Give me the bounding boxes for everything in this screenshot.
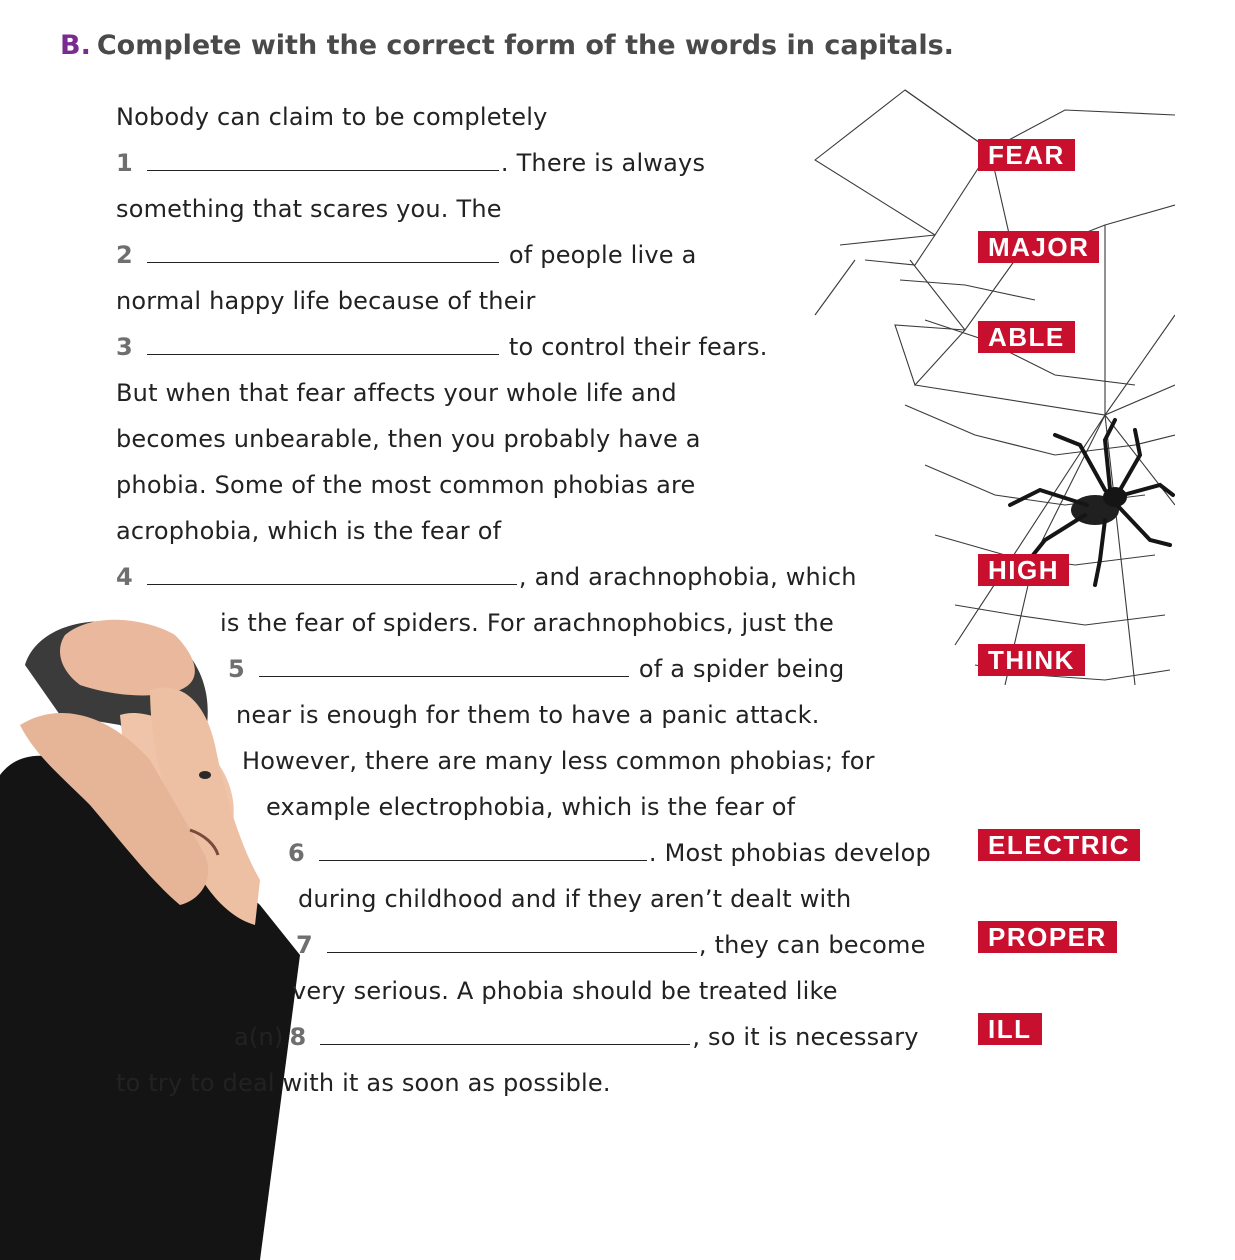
text-line-1: Nobody can claim to be completely [116, 103, 548, 131]
keyword-major: MAJOR [978, 231, 1100, 263]
spider-web-illustration [814, 89, 1175, 685]
text-line-5: normal happy life because of their [116, 287, 536, 315]
text-line-14: near is enough for them to have a panic … [236, 701, 820, 729]
gap-number: 8 [289, 1023, 307, 1051]
gap-line-3: 3 to control their fears. [116, 332, 768, 361]
keyword-ill: ILL [978, 1013, 1042, 1045]
text-line-10: acrophobia, which is the fear of [116, 517, 502, 545]
gap-number: 2 [116, 241, 133, 269]
gap-input-2[interactable] [146, 240, 499, 263]
keyword-able: ABLE [978, 321, 1075, 353]
exercise-letter: B. [60, 30, 91, 61]
text-line-20: very serious. A phobia should be treated… [292, 977, 838, 1005]
gap-input-3[interactable] [146, 332, 499, 355]
text-line-18: during childhood and if they aren’t deal… [298, 885, 852, 913]
gap-input-1[interactable] [146, 148, 499, 171]
text-line-15: However, there are many less common phob… [242, 747, 875, 775]
text-line-8: becomes unbearable, then you probably ha… [116, 425, 701, 453]
keyword-electric: ELECTRIC [978, 829, 1140, 861]
text-line-7: But when that fear affects your whole li… [116, 379, 677, 407]
text-line-16: example electrophobia, which is the fear… [266, 793, 796, 821]
keyword-high: HIGH [978, 554, 1069, 586]
gap-line-2: 2 of people live a [116, 240, 697, 269]
gap-line-1: 1. There is always [116, 148, 706, 177]
gap-input-8[interactable] [320, 1022, 691, 1045]
gap-line-5: 5 of a spider being [228, 654, 845, 683]
gap-number: 3 [116, 333, 133, 361]
gap-input-4[interactable] [146, 562, 517, 585]
exercise-instruction: Complete with the correct form of the wo… [96, 30, 954, 61]
gap-line-8: a(n) 8, so it is necessary [234, 1022, 919, 1051]
gap-number: 7 [296, 931, 313, 959]
gap-input-5[interactable] [258, 654, 629, 677]
gap-line-4: 4, and arachnophobia, which [116, 562, 857, 591]
text-line-9: phobia. Some of the most common phobias … [116, 471, 696, 499]
gap-line-6: 6. Most phobias develop [288, 838, 931, 867]
gap-input-7[interactable] [326, 930, 697, 953]
text-line-22: to try to deal with it as soon as possib… [116, 1069, 611, 1097]
keyword-think: THINK [978, 644, 1085, 676]
gap-number: 6 [288, 839, 305, 867]
gap-input-6[interactable] [318, 838, 647, 861]
keyword-proper: PROPER [978, 921, 1117, 953]
gap-number: 5 [228, 655, 245, 683]
text-line-12: is the fear of spiders. For arachnophobi… [220, 609, 834, 637]
exercise-heading: B. Complete with the correct form of the … [60, 30, 954, 61]
gap-number: 4 [116, 563, 133, 591]
keyword-fear: FEAR [978, 139, 1075, 171]
gap-number: 1 [116, 149, 133, 177]
gap-line-7: 7, they can become [296, 930, 926, 959]
text-line-3: something that scares you. The [116, 195, 502, 223]
